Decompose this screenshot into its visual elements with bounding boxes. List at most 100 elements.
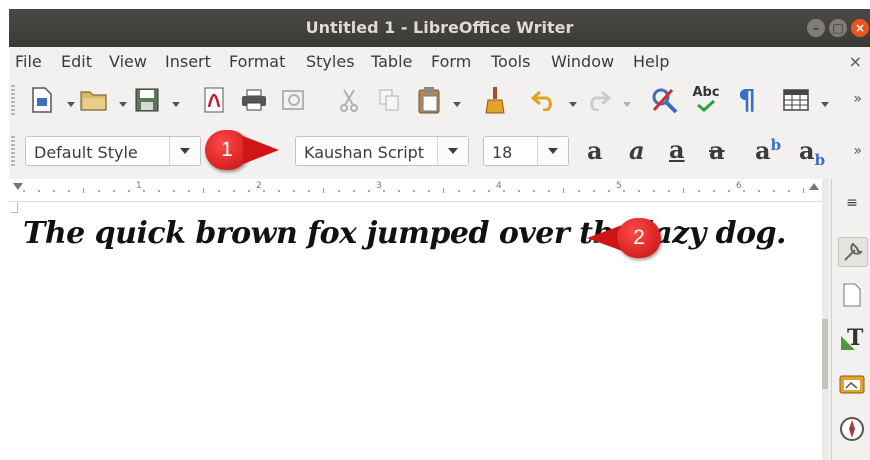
gallery-icon[interactable] [838,369,866,397]
open-icon[interactable] [79,87,109,113]
copy-icon[interactable] [375,87,403,113]
open-dropdown-icon[interactable] [119,102,127,107]
ruler-dot [533,190,535,192]
menu-edit[interactable]: Edit [61,52,92,71]
paragraph-style-combo[interactable]: Default Style [25,136,201,166]
clone-formatting-icon[interactable] [481,85,509,115]
formatting-marks-glyph: ¶ [738,82,756,116]
ruler-label: 6 [736,181,742,191]
paste-dropdown-icon[interactable] [453,102,461,107]
font-size-combo[interactable]: 18 [483,136,569,166]
subscript-base: a [799,136,815,165]
ruler-tick [563,188,564,193]
paste-icon[interactable] [415,85,443,115]
italic-button[interactable]: a [629,136,645,165]
left-indent-marker[interactable] [13,183,23,190]
ruler-dot [158,190,160,192]
spellcheck-icon[interactable]: Abc [689,83,723,115]
right-indent-marker[interactable] [809,183,819,190]
ruler-dot [173,190,175,192]
superscript-base: a [755,136,771,165]
menu-bar: File Edit View Insert Format Styles Tabl… [9,47,870,75]
superscript-button[interactable]: ab [755,136,781,165]
menu-insert[interactable]: Insert [165,52,211,71]
standard-toolbar: Abc ¶ » [9,79,870,121]
underline-button[interactable]: a [669,135,685,164]
ruler-tick [443,188,444,193]
table-dropdown-icon[interactable] [821,102,829,107]
ruler-dot [53,190,55,192]
toolbar-overflow-icon[interactable]: » [853,143,862,159]
page-icon[interactable] [838,281,866,309]
font-name-dropdown[interactable] [437,137,468,165]
strikethrough-button[interactable]: a [709,136,725,165]
menu-help[interactable]: Help [633,52,669,71]
undo-dropdown-icon[interactable] [569,102,577,107]
print-icon[interactable] [239,87,269,113]
paragraph-style-dropdown[interactable] [169,137,200,165]
navigator-icon[interactable] [838,415,866,443]
insert-table-icon[interactable] [781,87,811,113]
new-document-icon[interactable] [29,85,55,115]
print-preview-icon[interactable] [279,87,309,113]
ruler-dot [38,190,40,192]
toolbar-overflow-icon[interactable]: » [853,91,862,107]
ruler-dot [338,190,340,192]
ruler-dot [353,190,355,192]
ruler-dot [413,190,415,192]
redo-icon[interactable] [583,87,613,113]
sidebar-menu-icon[interactable]: ≡ [838,189,866,217]
document-text[interactable]: The quick brown fox jumped over the lazy… [23,216,787,251]
ruler-label: 1 [136,181,142,191]
close-icon[interactable]: × [851,19,869,37]
save-dropdown-icon[interactable] [172,102,180,107]
bold-button[interactable]: a [587,136,603,165]
ruler-dot [398,190,400,192]
ruler-dot [713,190,715,192]
ruler-dot [143,190,145,192]
undo-icon[interactable] [529,87,559,113]
menu-view[interactable]: View [109,52,147,71]
ruler-dot [623,190,625,192]
find-replace-icon[interactable] [649,85,679,115]
horizontal-ruler[interactable]: 1 2 3 4 5 6 [9,179,824,202]
menu-styles[interactable]: Styles [306,52,355,71]
save-icon[interactable] [133,86,161,114]
ruler-dot [368,190,370,192]
minimize-icon[interactable]: – [807,19,825,37]
subscript-button[interactable]: ab [799,136,825,169]
cut-icon[interactable] [335,87,363,113]
formatting-marks-icon[interactable]: ¶ [735,82,759,116]
formatting-toolbar: Default Style Kaushan Script 18 a a a a … [9,129,870,173]
toolbar-grip[interactable] [11,85,15,115]
sidebar-menu-glyph: ≡ [846,195,858,211]
menu-format[interactable]: Format [229,52,285,71]
document-page[interactable]: The quick brown fox jumped over the lazy… [9,202,824,460]
toolbar-grip[interactable] [11,136,15,166]
callout-1: 1 [205,130,285,170]
superscript-sup: b [770,136,782,154]
export-pdf-icon[interactable] [201,85,227,115]
font-name-combo[interactable]: Kaushan Script [295,136,469,166]
styles-icon[interactable]: T [838,325,866,353]
ruler-dot [488,190,490,192]
ruler-label: 2 [256,181,262,191]
properties-icon[interactable] [838,237,868,267]
scrollbar-thumb[interactable] [822,319,828,389]
redo-dropdown-icon[interactable] [623,102,631,107]
menu-file[interactable]: File [15,52,42,71]
close-document-icon[interactable]: × [849,52,862,71]
font-size-dropdown[interactable] [537,137,568,165]
callout-number: 1 [221,138,233,161]
menu-table[interactable]: Table [371,52,412,71]
menu-tools[interactable]: Tools [491,52,530,71]
new-dropdown-icon[interactable] [67,102,75,107]
ruler-dot [263,190,265,192]
vertical-scrollbar[interactable] [822,179,828,460]
font-name-value: Kaushan Script [304,143,425,162]
menu-form[interactable]: Form [431,52,471,71]
menu-window[interactable]: Window [551,52,614,71]
maximize-icon[interactable]: □ [829,19,847,37]
ruler-dot [128,190,130,192]
ruler-dot [98,190,100,192]
